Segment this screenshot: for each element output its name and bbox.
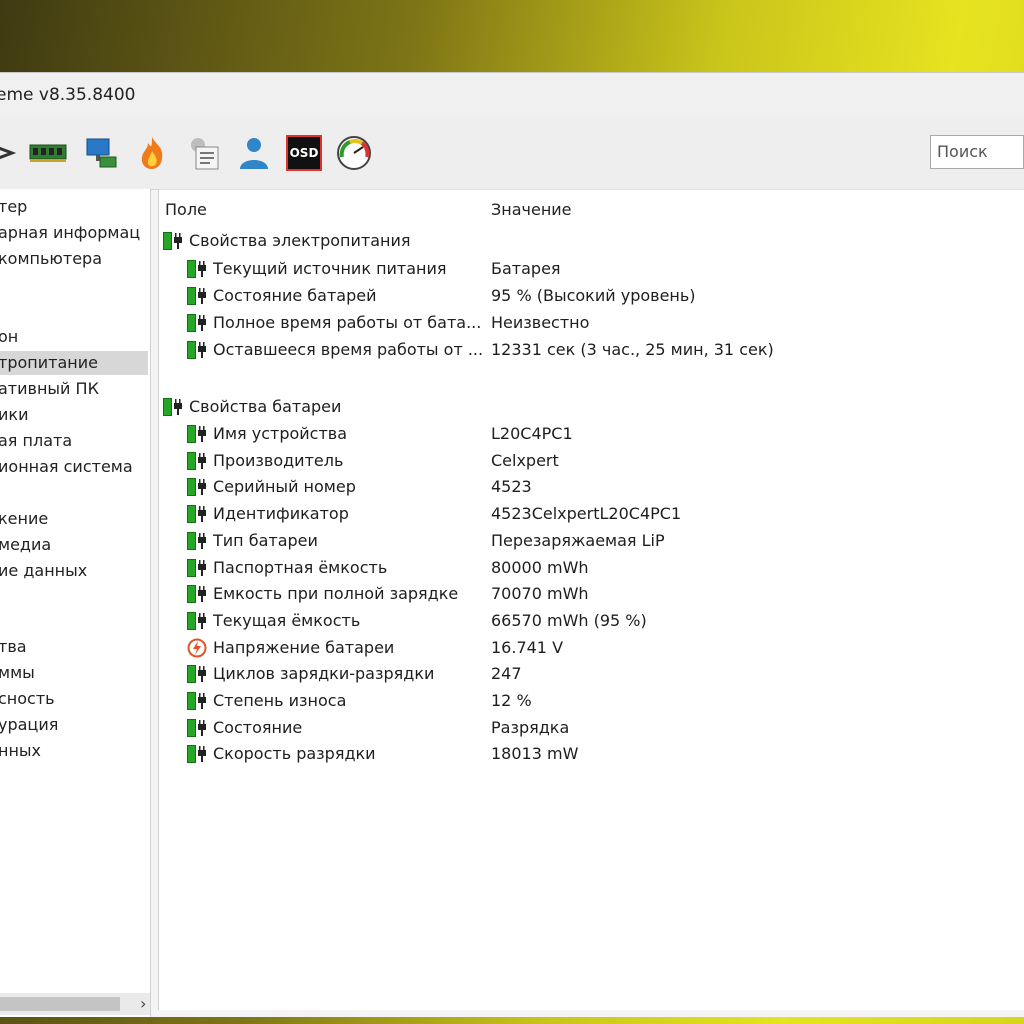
field-label: Напряжение батареи [213, 638, 395, 657]
sidebar-item[interactable]: компьютера [0, 247, 102, 271]
field-label: Емкость при полной зарядке [213, 584, 459, 603]
sidebar: тер арная информац компьютера он тропитание а… [0, 189, 151, 1017]
gauge-icon[interactable] [336, 135, 372, 171]
column-header-field[interactable]: Поле [165, 200, 207, 219]
field-label: Состояние [213, 718, 303, 737]
battery-plug-icon [187, 718, 209, 738]
field-label: Серийный номер [213, 477, 356, 496]
sidebar-item[interactable]: кение [0, 507, 48, 531]
field-label: Идентификатор [213, 504, 349, 523]
field-value: 80000 mWh [491, 558, 589, 577]
memory-icon[interactable] [28, 135, 68, 171]
column-header-value[interactable]: Значение [491, 200, 572, 219]
field-value: 95 % (Высокий уровень) [491, 286, 696, 305]
sidebar-item[interactable]: ие данных [0, 559, 87, 583]
report-icon[interactable] [186, 135, 222, 171]
app-window: eme v8.35.8400 OSD Поиск тер арная инфор… [0, 72, 1024, 1017]
field-label: Имя устройства [213, 424, 348, 443]
sidebar-item[interactable]: он [0, 325, 18, 349]
battery-plug-icon [187, 504, 209, 524]
flame-icon[interactable] [134, 135, 170, 171]
toolbar: OSD Поиск [0, 117, 1024, 190]
field-value: 4523 [491, 477, 532, 496]
sidebar-item[interactable]: тропитание [0, 351, 148, 375]
title-bar: eme v8.35.8400 [0, 73, 1024, 117]
sidebar-item[interactable]: арная информац [0, 221, 140, 245]
field-label: Полное время работы от бата... [213, 313, 482, 332]
field-value: Разрядка [491, 718, 570, 737]
sidebar-item[interactable]: ая плата [0, 429, 72, 453]
field-value: 12331 сек (3 час., 25 мин, 31 сек) [491, 340, 774, 359]
sidebar-scrollbar[interactable]: › [0, 993, 150, 1015]
battery-plug-icon [187, 451, 209, 471]
field-value: 66570 mWh (95 %) [491, 611, 647, 630]
sidebar-item[interactable]: тва [0, 635, 27, 659]
voltage-icon [187, 638, 207, 658]
forward-arrow-icon[interactable] [0, 135, 30, 171]
field-label: Циклов зарядки-разрядки [213, 664, 435, 683]
field-value: 12 % [491, 691, 532, 710]
sidebar-item[interactable]: сность [0, 687, 55, 711]
field-label: Текущий источник питания [213, 259, 447, 278]
battery-plug-icon [163, 231, 185, 251]
sidebar-item[interactable]: ики [0, 403, 28, 427]
field-label: Оставшееся время работы от ... [213, 340, 484, 359]
details-panel: Поле Значение Свойства электропитания Тек… [158, 189, 1024, 1010]
battery-plug-icon [187, 691, 209, 711]
battery-plug-icon [187, 477, 209, 497]
field-value: Перезаряжаемая LiP [491, 531, 665, 550]
field-value: 247 [491, 664, 522, 683]
battery-plug-icon [187, 611, 209, 631]
scroll-thumb[interactable] [0, 997, 120, 1011]
user-icon[interactable] [236, 135, 272, 171]
field-label: Степень износа [213, 691, 347, 710]
field-label: Состояние батарей [213, 286, 377, 305]
battery-plug-icon [187, 584, 209, 604]
field-value: 70070 mWh [491, 584, 589, 603]
battery-plug-icon [187, 286, 209, 306]
field-value: 16.741 V [491, 638, 564, 657]
scroll-right-icon[interactable]: › [140, 993, 146, 1015]
sidebar-item[interactable]: ионная система [0, 455, 133, 479]
field-value: L20C4PC1 [491, 424, 573, 443]
field-label: Производитель [213, 451, 344, 470]
battery-plug-icon [187, 313, 209, 333]
battery-plug-icon [187, 424, 209, 444]
search-input[interactable]: Поиск [930, 135, 1024, 169]
field-label: Свойства электропитания [189, 231, 411, 250]
battery-plug-icon [187, 664, 209, 684]
field-label: Скорость разрядки [213, 744, 376, 763]
sidebar-item[interactable]: нных [0, 739, 41, 763]
battery-plug-icon [187, 744, 209, 764]
window-title: eme v8.35.8400 [0, 85, 136, 105]
osd-icon[interactable]: OSD [286, 135, 322, 171]
field-label: Свойства батареи [189, 397, 342, 416]
field-value: Батарея [491, 259, 561, 278]
field-value: 18013 mW [491, 744, 579, 763]
battery-plug-icon [187, 558, 209, 578]
field-value: Неизвестно [491, 313, 590, 332]
network-icon[interactable] [84, 135, 120, 171]
sidebar-item[interactable]: урация [0, 713, 58, 737]
battery-plug-icon [187, 259, 209, 279]
sidebar-item[interactable]: медиа [0, 533, 51, 557]
field-label: Текущая ёмкость [213, 611, 361, 630]
sidebar-item[interactable]: ммы [0, 661, 35, 685]
battery-plug-icon [187, 340, 209, 360]
field-value: Celxpert [491, 451, 559, 470]
field-value: 4523CelxpertL20C4PC1 [491, 504, 682, 523]
field-label: Паспортная ёмкость [213, 558, 388, 577]
sidebar-item[interactable]: ативный ПК [0, 377, 99, 401]
battery-plug-icon [187, 531, 209, 551]
battery-plug-icon [163, 397, 185, 417]
sidebar-item[interactable]: тер [0, 195, 27, 219]
field-label: Тип батареи [213, 531, 318, 550]
